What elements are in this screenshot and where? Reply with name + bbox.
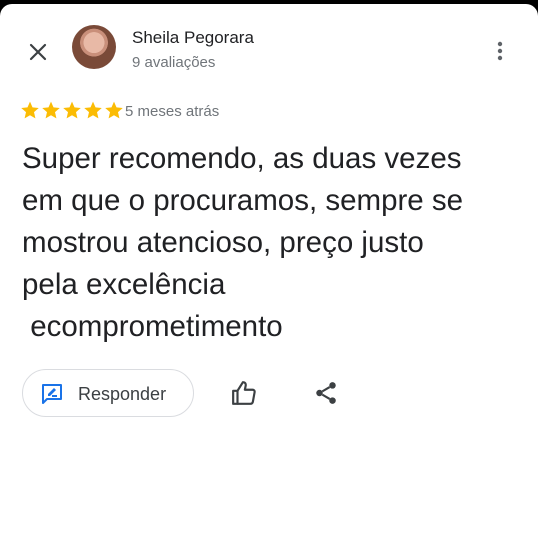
reviewer-name[interactable]: Sheila Pegorara (132, 28, 254, 48)
share-icon[interactable] (313, 380, 339, 406)
review-text: Super recomendo, as duas vezes em que o … (22, 142, 464, 343)
star-icon (105, 101, 123, 119)
close-icon[interactable] (26, 40, 50, 64)
avatar[interactable] (72, 25, 116, 69)
reply-comment-icon (42, 384, 62, 404)
star-icon (21, 101, 39, 119)
star-icon (63, 101, 81, 119)
thumb-up-icon[interactable] (231, 380, 257, 406)
star-icon (42, 101, 60, 119)
reply-button-label: Responder (78, 384, 167, 404)
reviewer-review-count: 9 avaliações (132, 54, 216, 71)
reply-button[interactable]: Responder (22, 369, 194, 417)
review-card: Sheila Pegorara 9 avaliações 5 meses atr… (0, 4, 538, 539)
review-time: 5 meses atrás (125, 103, 220, 120)
star-icon (84, 101, 102, 119)
more-vert-icon[interactable] (490, 38, 510, 64)
star-rating (20, 100, 124, 120)
